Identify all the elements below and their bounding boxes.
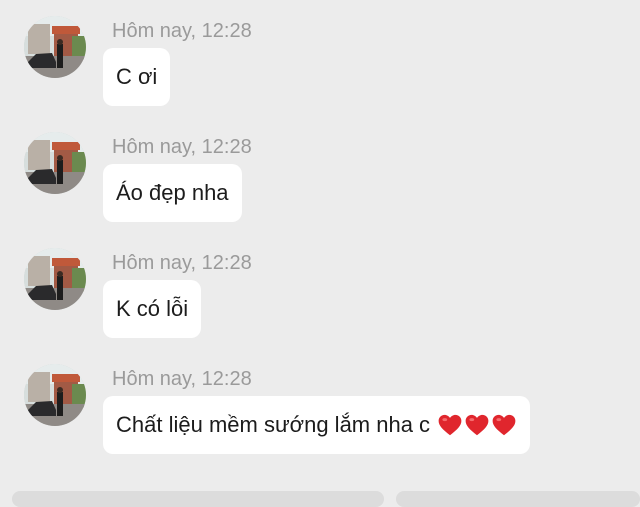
sender-avatar[interactable] [24, 132, 86, 194]
message-text: C ơi [116, 64, 158, 89]
message-timestamp: Hôm nay, 12:28 [112, 252, 252, 274]
message-item: Hôm nay, 12:28 C ơi [0, 0, 640, 112]
message-item: Hôm nay, 12:28 K có lỗi [0, 232, 640, 344]
message-item: Hôm nay, 12:28 Chất liệu mềm sướng lắm n… [0, 348, 640, 460]
sender-avatar[interactable] [24, 248, 86, 310]
message-timestamp: Hôm nay, 12:28 [112, 136, 252, 158]
sender-avatar[interactable] [24, 16, 86, 78]
message-bubble[interactable]: Áo đẹp nha [103, 164, 242, 222]
sender-avatar[interactable] [24, 364, 86, 426]
message-text: K có lỗi [116, 296, 189, 321]
heart-emoji-group [436, 412, 517, 438]
message-timestamp: Hôm nay, 12:28 [112, 20, 252, 42]
heart-icon [438, 414, 462, 436]
bottom-action-bar-right[interactable] [396, 491, 640, 507]
message-timestamp: Hôm nay, 12:28 [112, 368, 252, 390]
message-text: Chất liệu mềm sướng lắm nha c [116, 412, 431, 437]
bottom-action-bar-left[interactable] [12, 491, 384, 507]
heart-icon [465, 414, 489, 436]
message-bubble[interactable]: C ơi [103, 48, 171, 106]
message-bubble[interactable]: Chất liệu mềm sướng lắm nha c [103, 396, 531, 454]
heart-icon [492, 414, 516, 436]
message-text: Áo đẹp nha [116, 180, 229, 205]
message-bubble[interactable]: K có lỗi [103, 280, 202, 338]
message-item: Hôm nay, 12:28 Áo đẹp nha [0, 116, 640, 228]
